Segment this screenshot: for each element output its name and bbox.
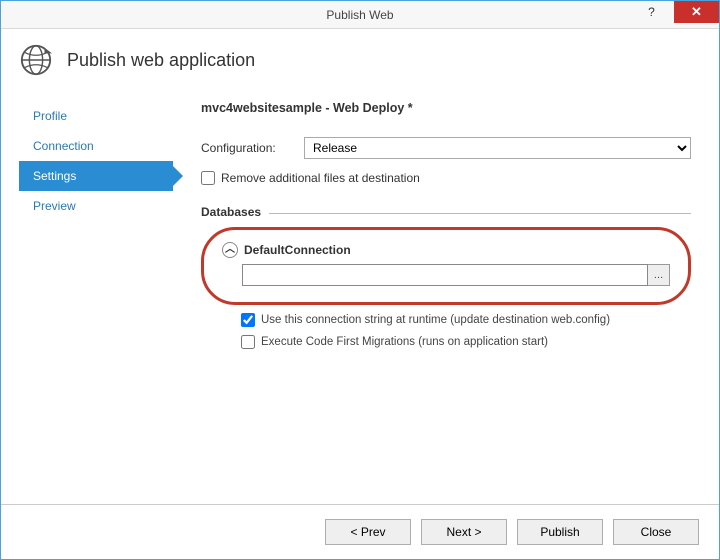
next-button[interactable]: Next > xyxy=(421,519,507,545)
dialog-button-bar: < Prev Next > Publish Close xyxy=(1,504,719,559)
use-connstring-checkbox[interactable] xyxy=(241,313,255,327)
collapse-icon[interactable]: ︿ xyxy=(222,242,238,258)
remove-files-label: Remove additional files at destination xyxy=(221,171,420,185)
dialog-title: Publish web application xyxy=(67,50,255,71)
defaultconnection-label: DefaultConnection xyxy=(244,243,351,257)
configuration-row: Configuration: Release xyxy=(201,137,691,159)
configuration-label: Configuration: xyxy=(201,141,296,155)
sidebar-item-preview[interactable]: Preview xyxy=(19,191,173,221)
dialog-body: Profile Connection Settings Preview mvc4… xyxy=(1,95,719,504)
window-title: Publish Web xyxy=(326,8,393,22)
remove-files-checkbox[interactable] xyxy=(201,171,215,185)
section-divider xyxy=(269,213,691,214)
close-button[interactable]: Close xyxy=(613,519,699,545)
defaultconnection-header[interactable]: ︿ DefaultConnection xyxy=(222,242,670,258)
exec-migrations-checkbox[interactable] xyxy=(241,335,255,349)
publish-web-dialog: Publish Web ? ✕ Publish web application … xyxy=(0,0,720,560)
exec-migrations-label: Execute Code First Migrations (runs on a… xyxy=(261,336,548,348)
configuration-select[interactable]: Release xyxy=(304,137,691,159)
connection-string-row: … xyxy=(242,264,670,286)
remove-files-row: Remove additional files at destination xyxy=(201,171,691,185)
databases-label: Databases xyxy=(201,205,261,219)
window-controls: ? ✕ xyxy=(629,1,719,28)
help-button[interactable]: ? xyxy=(629,1,674,23)
settings-panel: mvc4websitesample - Web Deploy * Configu… xyxy=(173,95,701,504)
dialog-header: Publish web application xyxy=(1,29,719,95)
prev-button[interactable]: < Prev xyxy=(325,519,411,545)
connection-string-input[interactable] xyxy=(242,264,648,286)
profile-heading: mvc4websitesample - Web Deploy * xyxy=(201,101,691,115)
publish-button[interactable]: Publish xyxy=(517,519,603,545)
sidebar-item-connection[interactable]: Connection xyxy=(19,131,173,161)
exec-migrations-row: Execute Code First Migrations (runs on a… xyxy=(241,335,691,349)
globe-publish-icon xyxy=(19,43,53,77)
sidebar-item-settings[interactable]: Settings xyxy=(19,161,173,191)
sidebar-item-profile[interactable]: Profile xyxy=(19,101,173,131)
defaultconnection-callout: ︿ DefaultConnection … xyxy=(201,227,691,305)
databases-section-header: Databases xyxy=(201,205,691,219)
use-connstring-row: Use this connection string at runtime (u… xyxy=(241,313,691,327)
wizard-sidebar: Profile Connection Settings Preview xyxy=(19,95,173,504)
use-connstring-label: Use this connection string at runtime (u… xyxy=(261,314,610,326)
titlebar: Publish Web ? ✕ xyxy=(1,1,719,29)
window-close-button[interactable]: ✕ xyxy=(674,1,719,23)
connection-string-browse-button[interactable]: … xyxy=(648,264,670,286)
